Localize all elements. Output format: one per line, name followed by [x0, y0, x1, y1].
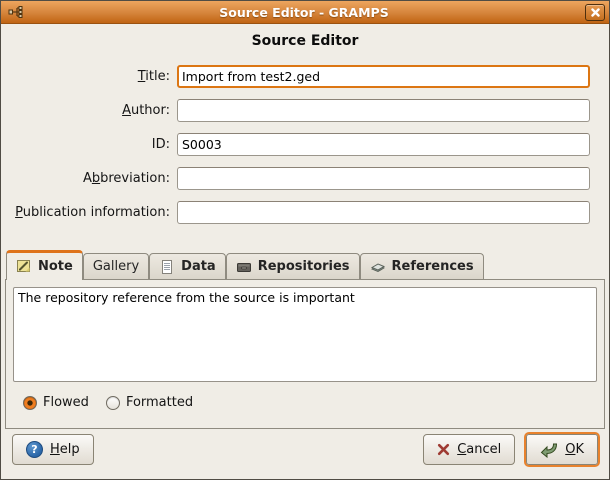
- close-icon: [591, 8, 600, 17]
- formatted-radio-option[interactable]: Formatted: [106, 395, 193, 410]
- source-form: Title: Author: ID: Abbreviation: Publica…: [1, 65, 609, 235]
- form-row-title: Title:: [7, 65, 590, 88]
- formatted-radio-button[interactable]: [106, 396, 120, 410]
- id-input[interactable]: [177, 133, 590, 156]
- page-title: Source Editor: [1, 33, 609, 52]
- author-input[interactable]: [177, 99, 590, 122]
- flowed-radio-label: Flowed: [43, 395, 89, 410]
- note-format-options: Flowed Formatted: [23, 395, 597, 410]
- repositories-icon: [236, 259, 252, 275]
- help-button[interactable]: ? Help: [12, 434, 94, 465]
- author-label: Author:: [7, 103, 177, 118]
- tab-gallery-label: Gallery: [93, 259, 139, 274]
- tab-data[interactable]: Data: [149, 253, 226, 279]
- id-label: ID:: [7, 137, 177, 152]
- tab-references-label: References: [392, 259, 474, 274]
- cancel-button[interactable]: Cancel: [423, 434, 515, 465]
- ok-icon: [540, 442, 558, 458]
- flowed-radio-option[interactable]: Flowed: [23, 395, 89, 410]
- tab-repositories[interactable]: Repositories: [226, 253, 360, 279]
- form-row-id: ID:: [7, 133, 590, 156]
- help-icon: ?: [26, 441, 43, 458]
- title-label: Title:: [7, 69, 177, 84]
- notebook-tabbar: Note Gallery Data Repositories: [6, 249, 605, 279]
- formatted-radio-label: Formatted: [126, 395, 193, 410]
- flowed-radio-button[interactable]: [23, 396, 37, 410]
- close-button[interactable]: [585, 4, 605, 21]
- dialog-action-area: ? Help Cancel OK: [1, 434, 609, 465]
- tab-note-label: Note: [38, 259, 73, 274]
- publication-input[interactable]: [177, 201, 590, 224]
- ok-button[interactable]: OK: [526, 434, 598, 465]
- title-input[interactable]: [177, 65, 590, 88]
- window-title: Source Editor - GRAMPS: [23, 5, 585, 20]
- form-row-abbreviation: Abbreviation:: [7, 167, 590, 190]
- cancel-icon: [437, 443, 450, 456]
- source-editor-window: Source Editor - GRAMPS Source Editor Tit…: [0, 0, 610, 480]
- data-icon: [159, 259, 175, 275]
- tab-gallery[interactable]: Gallery: [83, 253, 149, 279]
- abbreviation-input[interactable]: [177, 167, 590, 190]
- form-row-author: Author:: [7, 99, 590, 122]
- tab-data-label: Data: [181, 259, 216, 274]
- help-button-label: Help: [50, 442, 80, 457]
- note-text-area[interactable]: The repository reference from the source…: [13, 287, 597, 382]
- abbreviation-label: Abbreviation:: [7, 171, 177, 186]
- note-icon: [16, 258, 32, 274]
- publication-label: Publication information:: [7, 205, 177, 220]
- cancel-button-label: Cancel: [457, 442, 501, 457]
- form-row-publication: Publication information:: [7, 201, 590, 224]
- tab-repositories-label: Repositories: [258, 259, 350, 274]
- gramps-logo-icon: [7, 4, 23, 20]
- titlebar[interactable]: Source Editor - GRAMPS: [1, 1, 609, 24]
- ok-button-label: OK: [565, 442, 584, 457]
- tab-references[interactable]: References: [360, 253, 484, 279]
- note-tab-panel: The repository reference from the source…: [5, 279, 605, 429]
- tab-note[interactable]: Note: [6, 250, 83, 280]
- references-icon: [370, 259, 386, 275]
